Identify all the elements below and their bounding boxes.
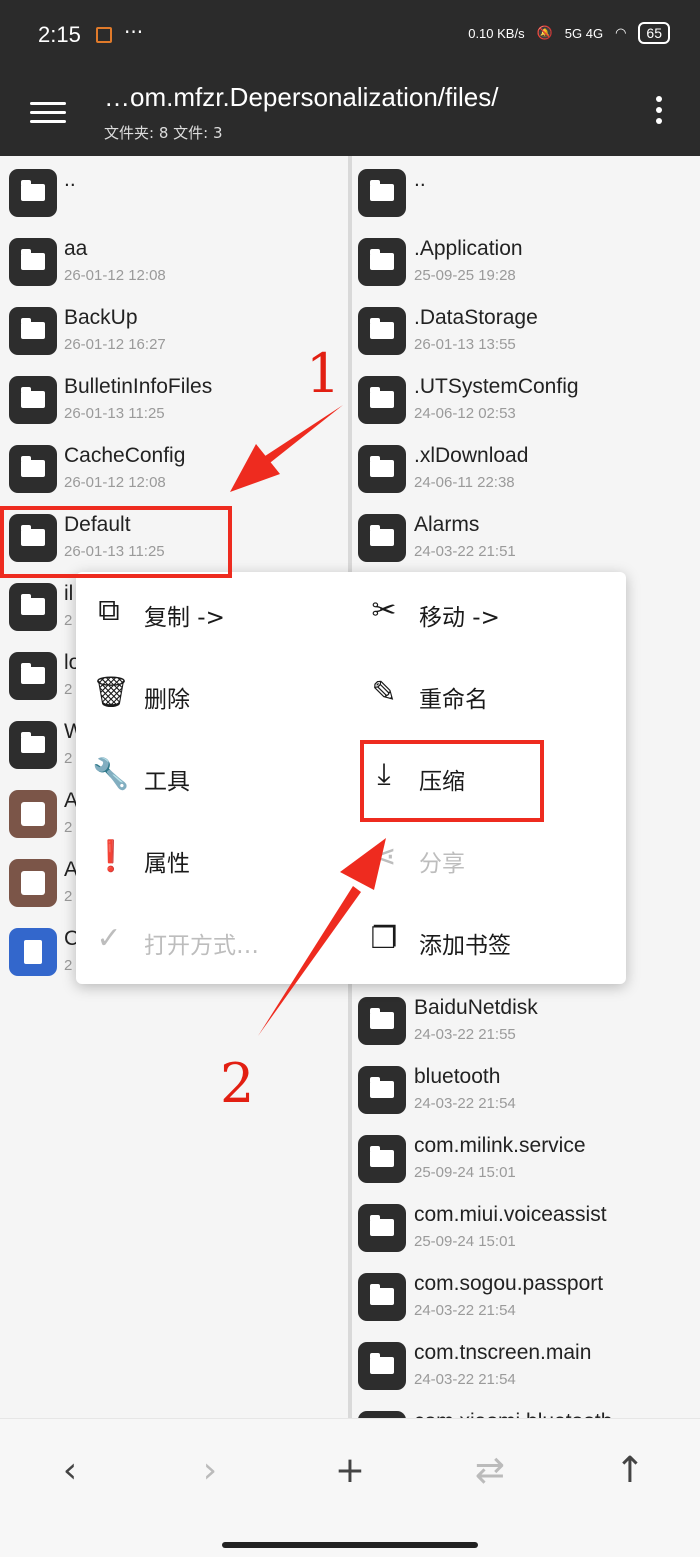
home-indicator[interactable] [222,1542,478,1548]
forward-icon[interactable]: › [186,1447,234,1495]
arrow-1-tail [262,405,343,466]
add-icon[interactable]: + [326,1447,374,1495]
bottom-toolbar: ‹ › + ⇄ ↑ [0,1418,700,1557]
arrow-2-head [340,838,386,890]
swap-panes-icon[interactable]: ⇄ [466,1447,514,1495]
annotation-arrows [230,405,386,1036]
back-icon[interactable]: ‹ [46,1447,94,1495]
up-directory-icon[interactable]: ↑ [606,1447,654,1495]
arrow-2-tail [258,886,361,1036]
